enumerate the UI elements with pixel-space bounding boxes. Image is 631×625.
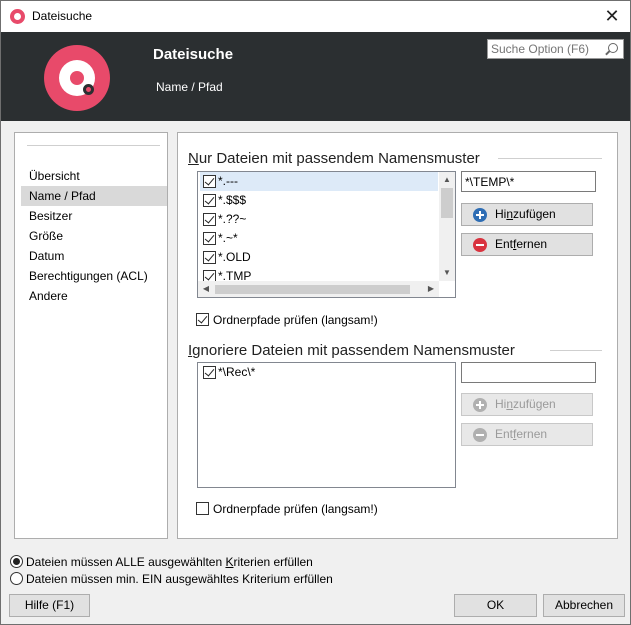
include-pattern-list[interactable]: *.--- *.$$$ *.??~ *.~* *.OLD *.TMP ▲ ▼ ◀… (197, 171, 456, 298)
pattern-checkbox[interactable] (203, 213, 216, 226)
include-pattern-input[interactable] (461, 171, 596, 192)
nav-item-datum[interactable]: Datum (21, 246, 167, 266)
pattern-checkbox[interactable] (203, 251, 216, 264)
plus-circle-icon (473, 398, 487, 412)
list-item[interactable]: *\Rec\* (200, 363, 453, 382)
exclude-add-button[interactable]: Hinzufügen (461, 393, 593, 416)
include-section-title: Nur Dateien mit passendem Namensmuster (188, 150, 480, 167)
header-banner: Dateisuche Name / Pfad (1, 32, 630, 121)
include-check-paths-checkbox[interactable] (196, 313, 209, 326)
window-title: Dateisuche (32, 9, 93, 23)
option-search-input[interactable] (488, 40, 600, 58)
category-nav: Übersicht Name / Pfad Besitzer Größe Dat… (14, 132, 168, 539)
nav-item-uebersicht[interactable]: Übersicht (21, 166, 167, 186)
horizontal-scrollbar[interactable]: ◀ ▶ (198, 281, 439, 297)
criteria-all-radio[interactable] (10, 555, 23, 568)
scroll-down-icon[interactable]: ▼ (439, 265, 455, 281)
list-item[interactable]: *.$$$ (200, 191, 438, 210)
page-subtitle: Name / Pfad (156, 80, 223, 94)
pattern-text: *.??~ (218, 212, 247, 226)
pattern-text: *.--- (218, 174, 238, 188)
options-panel: Nur Dateien mit passendem Namensmuster *… (177, 132, 618, 539)
nav-item-berechtigungen[interactable]: Berechtigungen (ACL) (21, 266, 167, 286)
criteria-all-label[interactable]: Dateien müssen ALLE ausgewählten Kriteri… (26, 555, 313, 569)
pattern-checkbox[interactable] (203, 175, 216, 188)
list-item[interactable]: *.OLD (200, 248, 438, 267)
list-item[interactable]: *.~* (200, 229, 438, 248)
file-search-dialog: Dateisuche ✕ Dateisuche Name / Pfad Über… (0, 0, 631, 625)
exclude-check-paths-checkbox[interactable] (196, 502, 209, 515)
include-add-button[interactable]: Hinzufügen (461, 203, 593, 226)
scroll-right-icon[interactable]: ▶ (423, 281, 439, 297)
pattern-text: *.$$$ (218, 193, 247, 207)
plus-circle-icon (473, 208, 487, 222)
pattern-checkbox[interactable] (203, 232, 216, 245)
minus-circle-icon (473, 238, 487, 252)
option-search-box[interactable] (487, 39, 624, 59)
app-logo-icon (44, 45, 110, 111)
nav-item-groesse[interactable]: Größe (21, 226, 167, 246)
scroll-thumb[interactable] (441, 188, 453, 218)
exclude-section-line (550, 350, 602, 351)
nav-divider (27, 145, 160, 146)
scroll-up-icon[interactable]: ▲ (439, 172, 455, 188)
pattern-text: *\Rec\* (218, 365, 256, 379)
criteria-any-radio[interactable] (10, 572, 23, 585)
nav-item-besitzer[interactable]: Besitzer (21, 206, 167, 226)
ok-button[interactable]: OK (454, 594, 537, 617)
close-icon[interactable]: ✕ (602, 5, 622, 27)
exclude-pattern-input[interactable] (461, 362, 596, 383)
app-logo-icon (10, 9, 25, 24)
scroll-left-icon[interactable]: ◀ (198, 281, 214, 297)
help-button[interactable]: Hilfe (F1) (9, 594, 90, 617)
exclude-check-paths-label: Ordnerpfade prüfen (langsam!) (213, 502, 378, 516)
exclude-remove-button[interactable]: Entfernen (461, 423, 593, 446)
vertical-scrollbar[interactable]: ▲ ▼ (439, 172, 455, 281)
include-section-line (498, 158, 602, 159)
title-bar: Dateisuche ✕ (1, 1, 630, 32)
nav-item-name-pfad[interactable]: Name / Pfad (21, 186, 167, 206)
cancel-button[interactable]: Abbrechen (543, 594, 625, 617)
criteria-any-label[interactable]: Dateien müssen min. EIN ausgewähltes Kri… (26, 572, 333, 586)
pattern-checkbox[interactable] (203, 194, 216, 207)
exclude-pattern-list[interactable]: *\Rec\* (197, 362, 456, 488)
pattern-text: *.~* (218, 231, 238, 245)
pattern-checkbox[interactable] (203, 366, 216, 379)
exclude-section-title: Ignoriere Dateien mit passendem Namensmu… (188, 342, 515, 359)
nav-item-andere[interactable]: Andere (21, 286, 167, 306)
pattern-text: *.OLD (218, 250, 251, 264)
page-title: Dateisuche (153, 46, 234, 63)
scroll-thumb[interactable] (215, 285, 410, 294)
search-icon[interactable] (608, 43, 618, 53)
list-item[interactable]: *.--- (200, 172, 438, 191)
include-remove-button[interactable]: Entfernen (461, 233, 593, 256)
list-item[interactable]: *.??~ (200, 210, 438, 229)
include-check-paths-label: Ordnerpfade prüfen (langsam!) (213, 313, 378, 327)
minus-circle-icon (473, 428, 487, 442)
